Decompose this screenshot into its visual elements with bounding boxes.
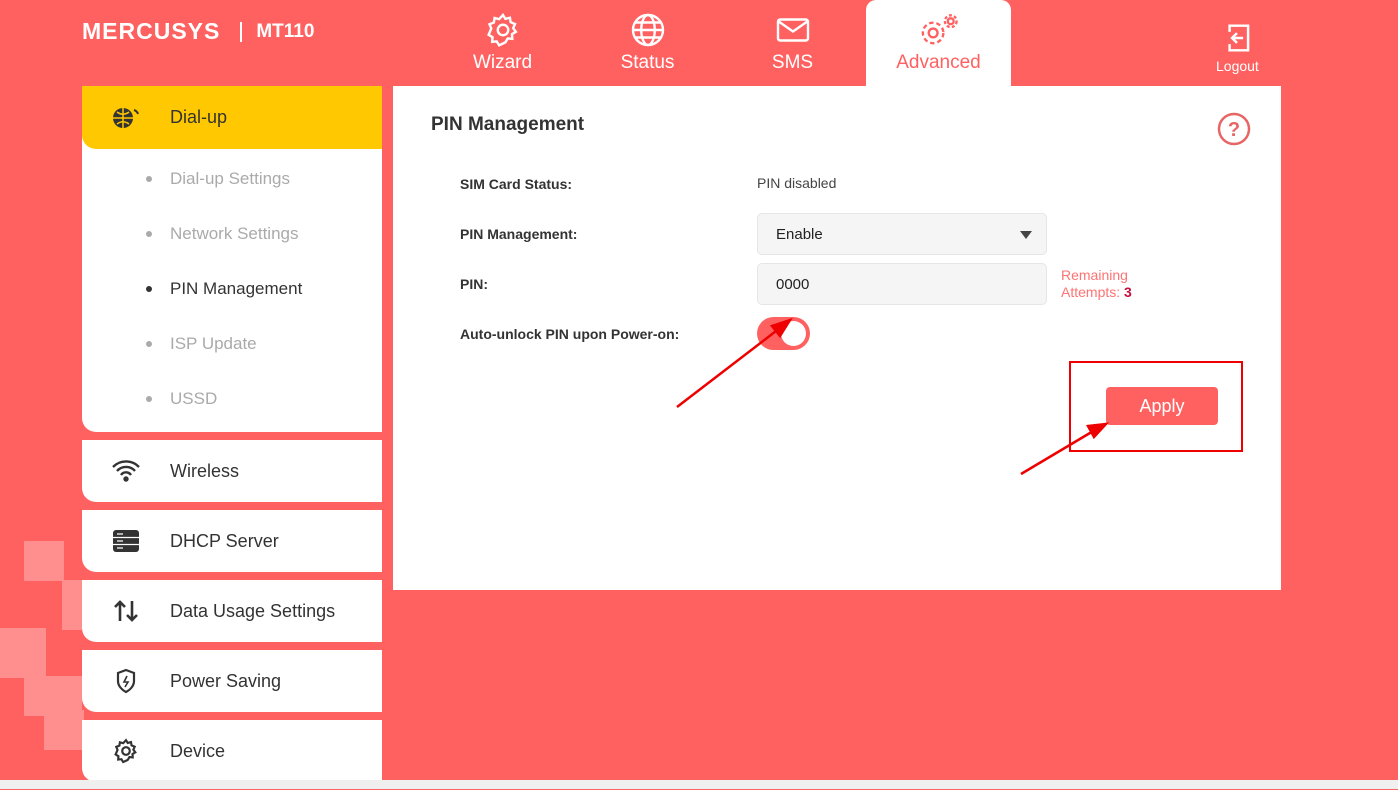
annotation-arrows	[676, 317, 1110, 476]
footer-bar	[0, 780, 1398, 789]
